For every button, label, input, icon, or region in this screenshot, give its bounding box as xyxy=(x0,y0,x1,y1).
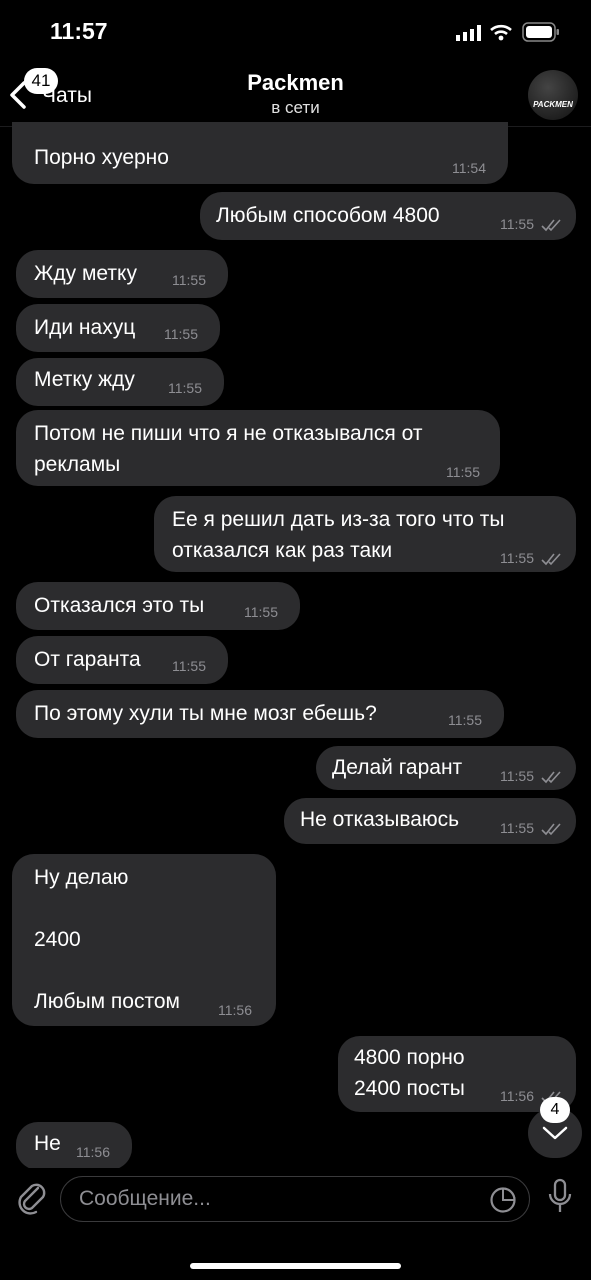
message-text: Ну делаю 2400 Любым постом xyxy=(34,866,180,1013)
message-timestamp: 11:55 xyxy=(446,464,480,480)
wifi-icon xyxy=(490,24,512,41)
message-timestamp: 11:55 xyxy=(500,550,534,566)
message-text: Отказался это ты xyxy=(34,594,205,617)
message-timestamp: 11:55 xyxy=(500,216,534,232)
chevron-down-icon xyxy=(542,1126,568,1140)
message-timestamp: 11:55 xyxy=(172,272,206,288)
message-timestamp: 11:54 xyxy=(452,160,486,176)
status-bar: 11:57 xyxy=(0,0,591,62)
message-text: Иди нахуц xyxy=(34,316,136,339)
status-time: 11:57 xyxy=(50,18,108,44)
message-text: Не xyxy=(34,1132,61,1155)
chat-header: Чаты 41 Packmen в сети PACKMEN xyxy=(0,62,591,127)
message-timestamp: 11:55 xyxy=(500,768,534,784)
read-checkmarks-icon xyxy=(541,553,561,566)
message-text: 4800 порно 2400 посты xyxy=(354,1046,465,1100)
read-checkmarks-icon xyxy=(541,823,561,836)
home-indicator xyxy=(190,1263,401,1269)
message-timestamp: 11:55 xyxy=(500,820,534,836)
message-text: Метку жду xyxy=(34,368,135,391)
message-text: Делай гарант xyxy=(332,756,463,779)
message-text: От гаранта xyxy=(34,648,141,671)
message-timestamp: 11:55 xyxy=(244,604,278,620)
message-text: Порно хуерно xyxy=(34,146,169,169)
sticker-icon[interactable] xyxy=(489,1186,517,1214)
message-timestamp: 11:55 xyxy=(448,712,482,728)
message-timestamp: 11:55 xyxy=(168,380,202,396)
read-checkmarks-icon xyxy=(541,219,561,232)
battery-icon xyxy=(522,22,559,42)
mic-icon[interactable] xyxy=(546,1178,574,1216)
message-timestamp: 11:55 xyxy=(172,658,206,674)
chat-title[interactable]: Packmen xyxy=(0,70,591,96)
signal-icon xyxy=(456,25,481,41)
message-timestamp: 11:56 xyxy=(218,1002,252,1018)
composer: Сообщение... xyxy=(0,1168,591,1280)
avatar-logo-text: PACKMEN xyxy=(533,100,573,109)
message-text: Потом не пиши что я не отказывался от ре… xyxy=(34,422,423,476)
attach-icon[interactable] xyxy=(16,1180,48,1216)
scroll-down-badge: 4 xyxy=(540,1097,570,1123)
message-text: По этому хули ты мне мозг ебешь? xyxy=(34,702,377,725)
chat-status: в сети xyxy=(271,98,320,117)
message-timestamp: 11:56 xyxy=(76,1144,110,1160)
message-timestamp: 11:55 xyxy=(164,326,198,342)
message-input-placeholder: Сообщение... xyxy=(79,1187,211,1210)
message-text: Жду метку xyxy=(34,262,137,285)
message-text: Ее я решил дать из-за того что ты отказа… xyxy=(172,508,505,562)
message-text: Любым способом 4800 xyxy=(216,204,440,227)
message-input[interactable]: Сообщение... xyxy=(60,1176,530,1222)
message-text: Не отказываюсь xyxy=(300,808,460,831)
avatar[interactable]: PACKMEN xyxy=(528,70,578,120)
message-timestamp: 11:56 xyxy=(500,1088,534,1104)
read-checkmarks-icon xyxy=(541,771,561,784)
